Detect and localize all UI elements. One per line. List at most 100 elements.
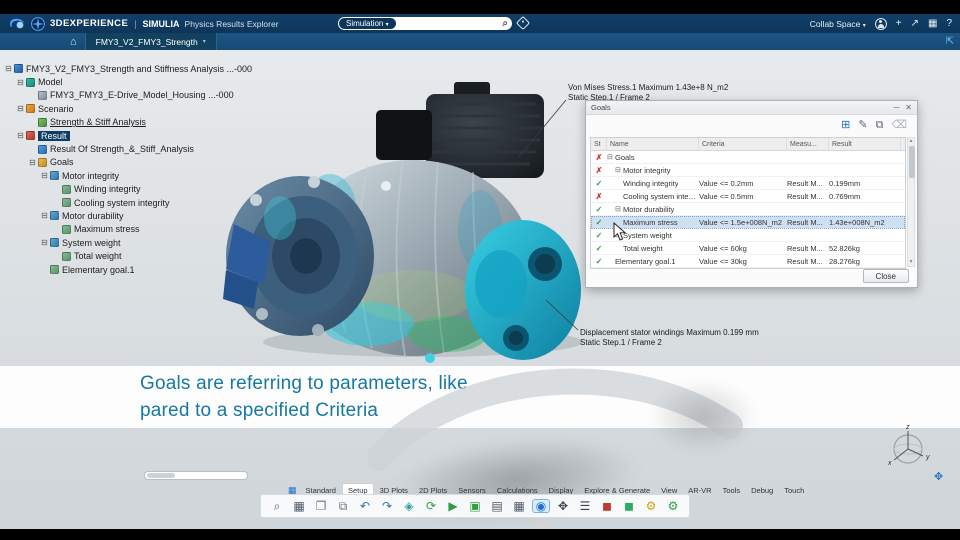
- tree-item[interactable]: Result: [4, 129, 254, 142]
- home-icon[interactable]: ⌂: [70, 36, 77, 48]
- tag-icon[interactable]: [515, 15, 531, 31]
- ribbon-tab[interactable]: Tools: [718, 484, 746, 497]
- tree-toggle-icon[interactable]: [16, 104, 25, 113]
- tree-toggle-icon[interactable]: [28, 158, 37, 167]
- tree-item[interactable]: Elementary goal.1: [4, 263, 254, 276]
- goal-row[interactable]: Elementary goal.1 Value <= 30kg Result M…: [591, 255, 905, 268]
- tree-toggle-icon[interactable]: [40, 211, 49, 220]
- fullscreen-icon[interactable]: ⇱: [946, 36, 954, 47]
- tree-item[interactable]: Maximum stress: [4, 223, 254, 236]
- help-icon[interactable]: ?: [946, 18, 952, 29]
- share-icon[interactable]: ↗: [911, 18, 919, 29]
- view-box-icon[interactable]: ▦: [291, 500, 307, 512]
- tree-toggle-icon[interactable]: [16, 131, 25, 140]
- tree-item[interactable]: Winding integrity: [4, 183, 254, 196]
- timeline-scrollbar-thumb[interactable]: [147, 473, 175, 478]
- mesh-green-icon[interactable]: ◼: [621, 500, 637, 512]
- 3ds-logo-icon[interactable]: [8, 17, 26, 30]
- update-icon[interactable]: ⟳: [423, 500, 439, 512]
- zoom-icon[interactable]: ⌕: [269, 500, 285, 512]
- transform-icon[interactable]: ✥: [555, 500, 571, 512]
- paste-icon[interactable]: ❐: [313, 500, 329, 512]
- mesh-red-icon[interactable]: ◼: [599, 500, 615, 512]
- column-header-measure[interactable]: Measu...: [787, 138, 829, 150]
- view-compass-gizmo[interactable]: z x y: [880, 422, 936, 478]
- delete-goal-icon[interactable]: ⌫: [891, 119, 907, 131]
- tree-toggle-icon[interactable]: [4, 64, 13, 73]
- search-bar[interactable]: Simulation ▾ ⌕: [338, 17, 512, 30]
- play-results-icon[interactable]: ▶: [445, 500, 461, 512]
- goal-row[interactable]: System weight: [591, 229, 905, 242]
- pan-icon[interactable]: ✥: [934, 470, 943, 483]
- timeline-scrollbar[interactable]: [144, 471, 248, 480]
- copy-icon[interactable]: ⧉: [335, 500, 351, 512]
- tree-item[interactable]: FMY3_V2_FMY3_Strength and Stiffness Anal…: [4, 62, 254, 75]
- search-scope-dropdown[interactable]: Simulation ▾: [339, 18, 396, 29]
- tree-toggle-icon[interactable]: [40, 171, 49, 180]
- goal-row[interactable]: Cooling system integrity Value <= 0.5mm …: [591, 190, 905, 203]
- document-tab[interactable]: FMY3_V2_FMY3_Strength ▾: [84, 33, 217, 50]
- panel-close-icon[interactable]: ✕: [905, 103, 912, 112]
- scrollbar-thumb[interactable]: [908, 146, 915, 178]
- tree-item[interactable]: Goals: [4, 156, 254, 169]
- goal-row[interactable]: Goals: [591, 151, 905, 164]
- goal-row[interactable]: Maximum stress Value <= 1.5e+008N_m2 Res…: [591, 216, 905, 229]
- column-header-result[interactable]: Result: [829, 138, 901, 150]
- goal-status-icon: [591, 166, 607, 175]
- tree-toggle-icon[interactable]: [16, 78, 25, 87]
- tree-item[interactable]: Strength & Stiff Analysis: [4, 116, 254, 129]
- goal-group-toggle-icon[interactable]: [615, 166, 623, 174]
- report-icon[interactable]: ▤: [489, 500, 505, 512]
- search-icon[interactable]: ⌕: [502, 18, 508, 29]
- redo-icon[interactable]: ↷: [379, 500, 395, 512]
- goals-panel-titlebar[interactable]: Goals ─ ✕: [586, 101, 917, 115]
- tree-item[interactable]: System weight: [4, 236, 254, 249]
- goals-table-scrollbar[interactable]: ▲ ▼: [907, 137, 915, 267]
- gear-green-icon[interactable]: ⚙: [665, 500, 681, 512]
- tree-item[interactable]: Cooling system integrity: [4, 196, 254, 209]
- column-header-name[interactable]: Name: [607, 138, 699, 150]
- compare-icon[interactable]: ◈: [401, 500, 417, 512]
- tree-item[interactable]: Motor integrity: [4, 169, 254, 182]
- compass-icon[interactable]: [31, 16, 45, 31]
- goal-row[interactable]: Total weight Value <= 60kg Result M... 5…: [591, 242, 905, 255]
- tree-item[interactable]: Scenario: [4, 102, 254, 115]
- 3d-model-motor[interactable]: [218, 58, 618, 368]
- tree-item[interactable]: Total weight: [4, 249, 254, 262]
- axis-x-label: x: [887, 460, 892, 467]
- goal-row[interactable]: Winding integrity Value <= 0.2mm Result …: [591, 177, 905, 190]
- duplicate-goal-icon[interactable]: ⧉: [876, 119, 884, 131]
- goal-row[interactable]: Motor durability: [591, 203, 905, 216]
- column-header-status[interactable]: St: [591, 138, 607, 150]
- undo-icon[interactable]: ↶: [357, 500, 373, 512]
- tree-item[interactable]: Motor durability: [4, 209, 254, 222]
- list-icon[interactable]: ☰: [577, 500, 593, 512]
- ribbon-tab[interactable]: Debug: [746, 484, 778, 497]
- goal-status-icon: [591, 205, 607, 214]
- scroll-up-icon[interactable]: ▲: [908, 138, 914, 145]
- tree-item[interactable]: Result Of Strength_&_Stiff_Analysis: [4, 142, 254, 155]
- scroll-down-icon[interactable]: ▼: [908, 259, 914, 266]
- ribbon-tab[interactable]: Touch: [779, 484, 809, 497]
- apps-grid-icon[interactable]: ▦: [928, 18, 937, 29]
- add-goal-icon[interactable]: ⊞: [841, 119, 850, 131]
- tree-item[interactable]: Model: [4, 75, 254, 88]
- edit-goal-icon[interactable]: ✎: [858, 119, 867, 131]
- tree-node-icon: [62, 184, 71, 194]
- goal-group-toggle-icon[interactable]: [615, 205, 623, 213]
- column-header-criteria[interactable]: Criteria: [699, 138, 787, 150]
- goal-row[interactable]: Motor integrity: [591, 164, 905, 177]
- export-display-icon[interactable]: ▣: [467, 500, 483, 512]
- table-icon[interactable]: ▦: [511, 500, 527, 512]
- viewport[interactable]: Von Mises Stress.1 Maximum 1.43e+8 N_m2 …: [0, 50, 960, 535]
- sensor-probe-icon[interactable]: ◉: [532, 499, 550, 513]
- panel-minimize-icon[interactable]: ─: [894, 103, 900, 112]
- gear-yellow-icon[interactable]: ⚙: [643, 500, 659, 512]
- collab-space-dropdown[interactable]: Collab Space ▾: [810, 19, 866, 29]
- add-icon[interactable]: +: [896, 18, 902, 29]
- close-button[interactable]: Close: [862, 269, 909, 283]
- tree-item[interactable]: FMY3_FMY3_E-Drive_Model_Housing ...-000: [4, 89, 254, 102]
- tree-toggle-icon[interactable]: [40, 238, 49, 247]
- user-avatar-icon[interactable]: [874, 17, 887, 30]
- goal-group-toggle-icon[interactable]: [607, 153, 615, 161]
